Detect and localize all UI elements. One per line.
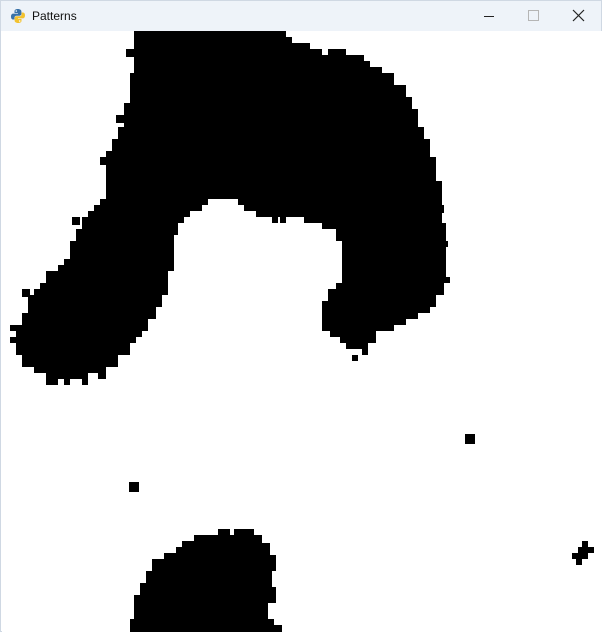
pattern-cell	[126, 49, 134, 57]
pattern-cell	[116, 115, 124, 123]
pattern-blob-upper	[10, 31, 450, 385]
pattern-cell	[352, 355, 358, 361]
pattern-cell	[436, 205, 444, 213]
pattern-cell	[10, 325, 16, 331]
maximize-button[interactable]	[510, 1, 556, 31]
app-window: Patterns	[0, 0, 602, 632]
maximize-icon	[528, 10, 539, 21]
close-icon	[572, 9, 585, 22]
pattern-blob-lower	[130, 529, 282, 632]
minimize-icon	[484, 16, 494, 17]
pattern-cell	[22, 289, 30, 297]
minimize-button[interactable]	[466, 1, 512, 31]
pattern-cell	[100, 157, 108, 165]
pattern-canvas[interactable]	[2, 31, 602, 632]
window-title: Patterns	[32, 9, 77, 23]
pattern-cell	[244, 199, 250, 205]
pattern-cell	[442, 241, 448, 247]
close-button[interactable]	[556, 1, 602, 31]
pattern-cell	[98, 373, 106, 379]
pattern-cell	[465, 434, 475, 444]
pattern-cell	[272, 217, 278, 223]
pattern-glider	[572, 541, 594, 565]
pattern-cell	[72, 217, 80, 225]
python-snake-icon	[10, 8, 26, 24]
pattern-cell	[129, 482, 139, 492]
title-bar[interactable]: Patterns	[1, 1, 601, 31]
pattern-grid	[10, 31, 594, 632]
